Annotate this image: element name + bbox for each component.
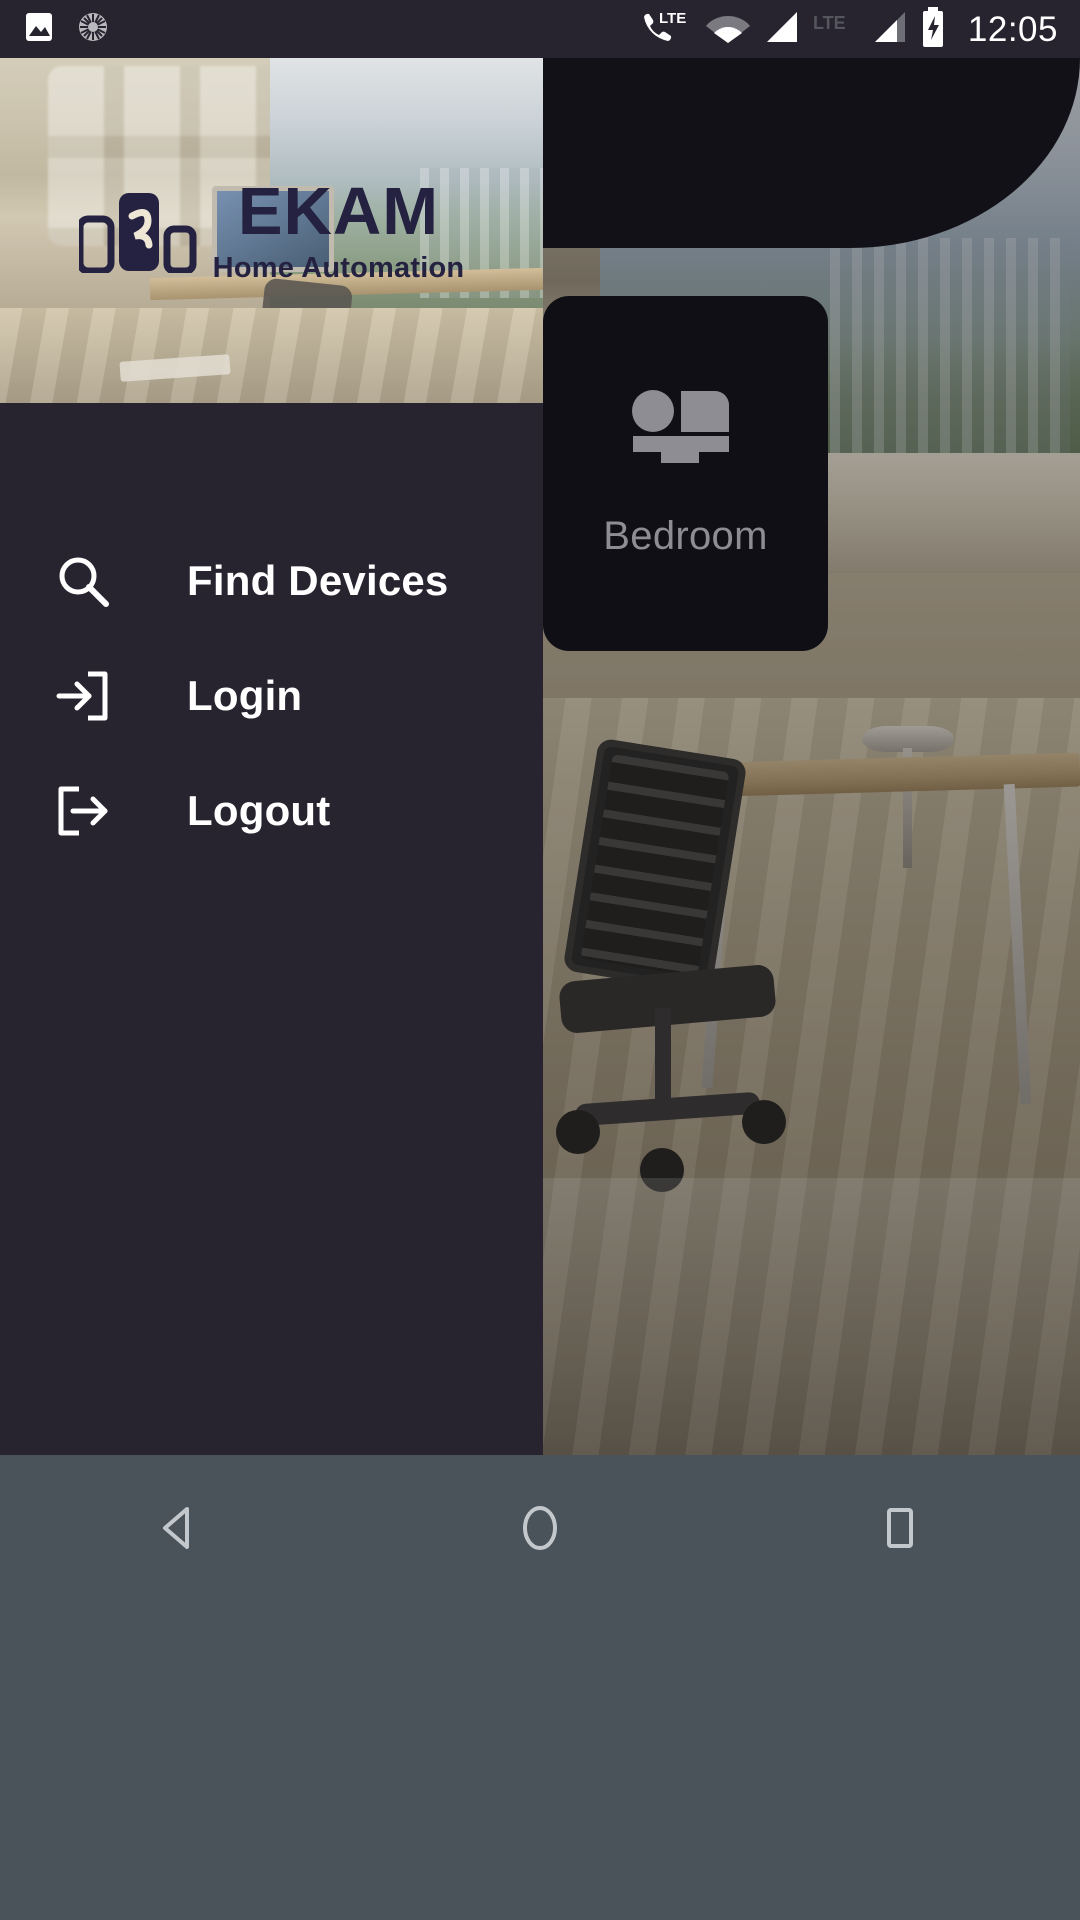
status-bar: LTE LTE 12:05 <box>0 0 1080 58</box>
room-card-label: Bedroom <box>603 513 768 558</box>
signal-icon-2 <box>871 10 907 49</box>
lte-label-icon: LTE <box>812 10 858 49</box>
battery-charging-icon <box>920 6 946 52</box>
drawer-menu: Find Devices Login Logout <box>0 403 543 868</box>
navigation-drawer: EKAM Home Automation Find Devices Login … <box>0 58 543 1455</box>
sync-icon <box>76 10 110 49</box>
drawer-item-label: Find Devices <box>187 556 449 604</box>
brand-block: EKAM Home Automation <box>0 58 543 403</box>
svg-text:LTE: LTE <box>659 10 686 27</box>
phone-lte-icon: LTE <box>639 8 693 51</box>
search-icon <box>55 553 117 609</box>
app-subtitle: Home Automation <box>212 252 465 284</box>
drawer-item-logout[interactable]: Logout <box>0 753 543 868</box>
home-button[interactable] <box>465 1455 615 1600</box>
drawer-header: EKAM Home Automation <box>0 58 543 403</box>
image-icon <box>22 10 56 49</box>
logout-icon <box>55 783 117 839</box>
status-bar-clock: 12:05 <box>967 9 1058 49</box>
login-icon <box>55 668 117 724</box>
recents-button[interactable] <box>825 1455 975 1600</box>
brand-text: EKAM Home Automation <box>213 178 465 283</box>
system-navigation-bar <box>0 1455 1080 1920</box>
app-title: EKAM <box>237 174 440 249</box>
wifi-icon <box>705 10 750 49</box>
drawer-item-label: Login <box>187 671 303 719</box>
status-bar-notifications <box>0 10 110 49</box>
drawer-item-label: Logout <box>187 786 331 834</box>
room-card-bedroom[interactable]: Bedroom <box>543 296 828 651</box>
drawer-item-login[interactable]: Login <box>0 638 543 753</box>
status-bar-system-icons: LTE LTE 12:05 <box>639 6 1080 52</box>
back-button[interactable] <box>105 1455 255 1600</box>
system-navigation-row <box>0 1455 1080 1600</box>
bed-icon <box>631 389 741 470</box>
svg-text:LTE: LTE <box>813 13 846 33</box>
ekam-devices-logo-icon <box>76 183 197 278</box>
signal-icon-1 <box>763 10 799 49</box>
drawer-item-find-devices[interactable]: Find Devices <box>0 523 543 638</box>
